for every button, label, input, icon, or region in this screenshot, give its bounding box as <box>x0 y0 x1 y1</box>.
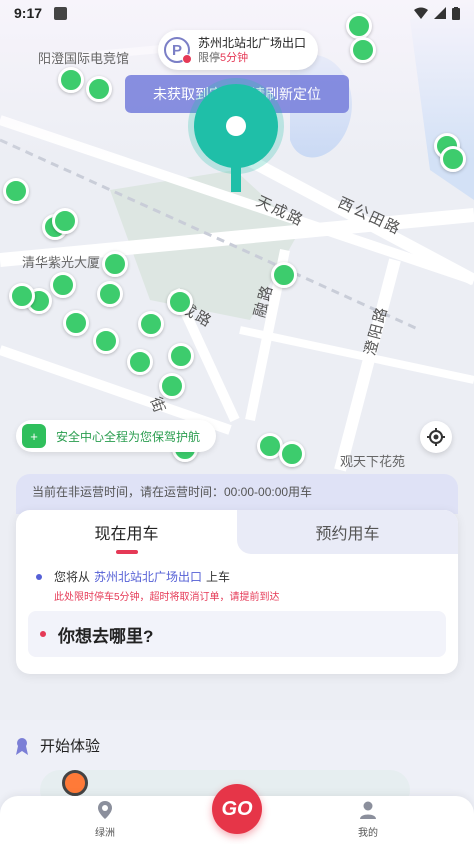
vehicle-marker[interactable] <box>168 343 194 369</box>
nav-mine-label: 我的 <box>358 828 378 839</box>
vehicle-marker[interactable] <box>97 281 123 307</box>
start-experience-section: 开始体验 <box>14 735 100 756</box>
vehicle-marker[interactable] <box>52 208 78 234</box>
vehicle-marker[interactable] <box>86 76 112 102</box>
vehicle-marker[interactable] <box>167 289 193 315</box>
map-label-garden: 观天下花苑 <box>340 454 406 469</box>
vehicle-marker[interactable] <box>102 251 128 277</box>
user-icon <box>360 801 376 819</box>
vehicle-marker[interactable] <box>138 311 164 337</box>
tab-ride-now[interactable]: 现在用车 <box>16 510 237 554</box>
destination-placeholder: 你想去哪里? <box>58 626 154 646</box>
vehicle-marker[interactable] <box>350 37 376 63</box>
vehicle-marker[interactable] <box>159 373 185 399</box>
signal-icon <box>434 7 446 19</box>
vehicle-marker[interactable] <box>63 310 89 336</box>
crosshair-icon <box>427 428 445 446</box>
status-bar: 9:17 <box>0 0 474 26</box>
parking-limit-prefix: 限停 <box>198 51 220 64</box>
shield-icon: + <box>22 424 46 448</box>
vehicle-marker[interactable] <box>127 349 153 375</box>
vehicle-marker[interactable] <box>50 272 76 298</box>
vehicle-marker[interactable] <box>3 178 29 204</box>
pickup-warning: 此处限时停车5分钟，超时将取消订单，请提前到达 <box>54 592 280 603</box>
battery-icon <box>452 6 460 20</box>
pickup-info: 您将从 苏州北站北广场出口 上车 此处限时停车5分钟，超时将取消订单，请提前到达 <box>16 554 458 603</box>
safety-center-text: 安全中心全程为您保驾护航 <box>56 429 201 444</box>
safety-center-badge[interactable]: + 安全中心全程为您保驾护航 <box>16 420 217 452</box>
map-label-tower: 清华紫光大厦 <box>22 255 101 270</box>
parking-icon: P <box>164 37 192 64</box>
start-experience-title: 开始体验 <box>40 738 101 755</box>
robot-mascot-icon <box>62 770 88 796</box>
pickup-suffix: 上车 <box>206 570 231 584</box>
map-pin-icon <box>98 801 112 819</box>
nav-mine[interactable]: 我的 <box>338 800 398 839</box>
wifi-icon <box>414 7 428 19</box>
tab-schedule-ride[interactable]: 预约用车 <box>237 510 458 554</box>
parking-station-pill[interactable]: P 苏州北站北广场出口 限停5分钟 <box>158 30 319 70</box>
go-button[interactable]: GO <box>212 784 262 834</box>
booking-tabs: 现在用车 预约用车 <box>16 510 458 554</box>
pickup-prefix: 您将从 <box>54 570 91 584</box>
parking-limit: 限停5分钟 <box>198 51 306 65</box>
tab-schedule-ride-label: 预约用车 <box>315 526 380 543</box>
pickup-station[interactable]: 苏州北站北广场出口 <box>94 568 202 585</box>
vehicle-marker[interactable] <box>93 328 119 354</box>
operating-hours-notice: 当前在非运营时间，请在运营时间：00:00-00:00用车 <box>16 474 458 514</box>
clock-icon <box>182 54 192 64</box>
nav-oasis[interactable]: 绿洲 <box>75 800 135 839</box>
booking-card: 现在用车 预约用车 您将从 苏州北站北广场出口 上车 此处限时停车5分钟，超时将… <box>16 510 458 674</box>
parking-station-name: 苏州北站北广场出口 <box>198 35 307 50</box>
vehicle-marker[interactable] <box>271 262 297 288</box>
vehicle-marker[interactable] <box>58 67 84 93</box>
tab-ride-now-label: 现在用车 <box>94 526 159 543</box>
pickup-bullet-icon <box>36 573 42 580</box>
notification-icon <box>54 6 68 20</box>
nav-oasis-label: 绿洲 <box>95 828 115 839</box>
tab-active-indicator <box>115 550 138 554</box>
location-pin-stem <box>231 166 241 192</box>
destination-input[interactable]: 你想去哪里? <box>28 611 446 657</box>
map-label-building: 阳澄国际电竞馆 <box>38 51 130 66</box>
parking-limit-value: 5分钟 <box>220 51 249 64</box>
vehicle-marker[interactable] <box>279 441 305 467</box>
location-pin-icon <box>194 84 278 168</box>
vehicle-marker[interactable] <box>440 146 466 172</box>
vehicle-marker[interactable] <box>9 283 35 309</box>
destination-bullet-icon <box>40 631 46 637</box>
recenter-location-button[interactable] <box>420 421 452 453</box>
status-time: 9:17 <box>14 5 43 21</box>
ribbon-icon <box>16 737 28 755</box>
